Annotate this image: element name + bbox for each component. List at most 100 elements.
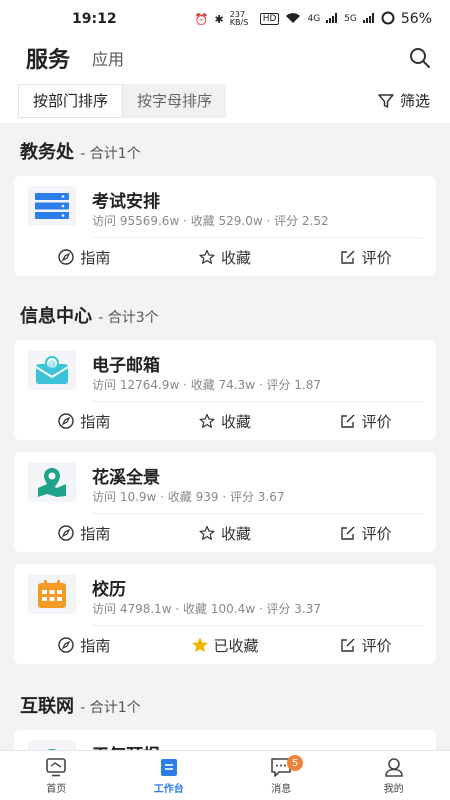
service-card-email[interactable]: @ 电子邮箱 访问 12764.9w · 收藏 74.3w · 评分 1.87 …: [14, 340, 436, 440]
map-pin-icon: [28, 462, 76, 502]
rate-button[interactable]: 评价: [295, 514, 436, 552]
net-speed: 237 KB/S: [229, 10, 249, 27]
edit-icon: [340, 250, 355, 264]
guide-button[interactable]: 指南: [14, 238, 155, 276]
guide-label: 指南: [80, 412, 111, 431]
filter-button[interactable]: 筛选: [378, 90, 430, 111]
nav-label: 消息: [271, 784, 292, 795]
search-icon: [410, 48, 430, 68]
star-outline-icon: [199, 249, 215, 264]
card-actions: 指南 已收藏 评价: [14, 626, 436, 664]
favorite-button[interactable]: 收藏: [155, 402, 296, 440]
nav-label: 我的: [383, 784, 404, 795]
unread-badge: 5: [287, 755, 303, 771]
service-name: 校历: [92, 580, 126, 600]
compass-icon: [58, 249, 75, 265]
rate-label: 评价: [361, 524, 392, 543]
status-bar: 19:12 ⏰ ✱ 237 KB/S HD 4G 5G 56%: [0, 0, 450, 38]
service-card-weather[interactable]: 天气预报: [14, 730, 436, 750]
sort-bar: 按部门排序 按字母排序 筛选: [0, 78, 450, 124]
nav-messages[interactable]: 消息 5: [225, 751, 338, 800]
battery-level: 56%: [400, 11, 432, 27]
rate-label: 评价: [361, 248, 392, 267]
service-name: 考试安排: [92, 192, 160, 212]
guide-label: 指南: [80, 636, 111, 655]
search-button[interactable]: [408, 46, 432, 70]
service-name: 天气预报: [92, 741, 160, 750]
edit-icon: [340, 414, 355, 428]
service-list[interactable]: 教务处 - 合计1个 考试安排 访问 95569.6w · 收藏 529.0w …: [0, 124, 450, 750]
nav-label: 首页: [46, 784, 67, 795]
filter-icon: [378, 93, 394, 108]
rate-label: 评价: [361, 412, 392, 431]
monitor-icon: [46, 758, 67, 777]
compass-icon: [58, 413, 75, 429]
guide-button[interactable]: 指南: [14, 402, 155, 440]
section-header: 教务处 - 合计1个: [20, 138, 141, 164]
card-actions: 指南 收藏 评价: [14, 514, 436, 552]
alarm-icon: ⏰: [194, 12, 209, 26]
edit-icon: [340, 638, 355, 652]
guide-button[interactable]: 指南: [14, 626, 155, 664]
service-card-panorama[interactable]: 花溪全景 访问 10.9w · 收藏 939 · 评分 3.67 指南 收藏 评…: [14, 452, 436, 552]
battery-icon: [381, 11, 395, 28]
favorited-label: 已收藏: [213, 636, 259, 655]
guide-button[interactable]: 指南: [14, 514, 155, 552]
favorite-button[interactable]: 收藏: [155, 514, 296, 552]
section-title: 互联网: [20, 696, 74, 717]
card-actions: 指南 收藏 评价: [14, 238, 436, 276]
section-header: 互联网 - 合计1个: [20, 692, 141, 718]
hd-icon: HD: [259, 13, 280, 25]
sort-by-letter-tab[interactable]: 按字母排序: [123, 83, 227, 118]
star-outline-icon: [199, 525, 215, 540]
page-title: 服务: [26, 48, 71, 73]
service-name: 花溪全景: [92, 468, 160, 488]
nav-label: 工作台: [153, 784, 184, 795]
signal-icon: [326, 12, 338, 26]
star-outline-icon: [199, 413, 215, 428]
favorited-button[interactable]: 已收藏: [155, 626, 296, 664]
guide-label: 指南: [80, 524, 111, 543]
card-actions: 指南 收藏 评价: [14, 402, 436, 440]
section-count: - 合计1个: [80, 146, 141, 162]
service-card-exam[interactable]: 考试安排 访问 95569.6w · 收藏 529.0w · 评分 2.52 指…: [14, 176, 436, 276]
favorite-label: 收藏: [221, 524, 252, 543]
service-stats: 访问 12764.9w · 收藏 74.3w · 评分 1.87: [92, 378, 322, 392]
service-name: 电子邮箱: [92, 356, 160, 376]
weather-icon: [28, 740, 76, 750]
rate-button[interactable]: 评价: [295, 402, 436, 440]
bottom-nav: 首页 工作台 消息 5 我的: [0, 750, 450, 800]
filter-label: 筛选: [399, 92, 430, 110]
section-count: - 合计3个: [98, 310, 159, 326]
bluetooth-icon: ✱: [214, 12, 224, 26]
service-card-calendar[interactable]: 校历 访问 4798.1w · 收藏 100.4w · 评分 3.37 指南 已…: [14, 564, 436, 664]
status-icons: ⏰ ✱ 237 KB/S HD 4G 5G 56%: [195, 11, 432, 28]
favorite-label: 收藏: [221, 248, 252, 267]
tab-apps[interactable]: 应用: [92, 46, 124, 70]
service-stats: 访问 4798.1w · 收藏 100.4w · 评分 3.37: [92, 602, 322, 616]
email-icon: @: [28, 350, 76, 390]
sort-by-department-tab[interactable]: 按部门排序: [18, 83, 124, 118]
signal-5g: 5G: [344, 14, 357, 24]
nav-workbench[interactable]: 工作台: [113, 751, 226, 800]
favorite-button[interactable]: 收藏: [155, 238, 296, 276]
page-header: 服务 应用: [0, 38, 450, 78]
rate-button[interactable]: 评价: [295, 238, 436, 276]
service-stats: 访问 95569.6w · 收藏 529.0w · 评分 2.52: [92, 214, 329, 228]
status-time: 19:12: [72, 11, 117, 27]
wifi-icon: [285, 12, 301, 27]
section-title: 信息中心: [20, 306, 92, 327]
rate-button[interactable]: 评价: [295, 626, 436, 664]
section-count: - 合计1个: [80, 700, 141, 716]
calendar-icon: [28, 574, 76, 614]
section-title: 教务处: [20, 142, 74, 163]
signal-4g: 4G: [307, 14, 321, 24]
user-icon: [384, 758, 403, 777]
nav-profile[interactable]: 我的: [338, 751, 450, 800]
compass-icon: [58, 637, 75, 653]
favorite-label: 收藏: [221, 412, 252, 431]
svg-text:@: @: [48, 359, 56, 368]
section-header: 信息中心 - 合计3个: [20, 302, 159, 328]
nav-home[interactable]: 首页: [0, 751, 113, 800]
service-stats: 访问 10.9w · 收藏 939 · 评分 3.67: [92, 490, 285, 504]
